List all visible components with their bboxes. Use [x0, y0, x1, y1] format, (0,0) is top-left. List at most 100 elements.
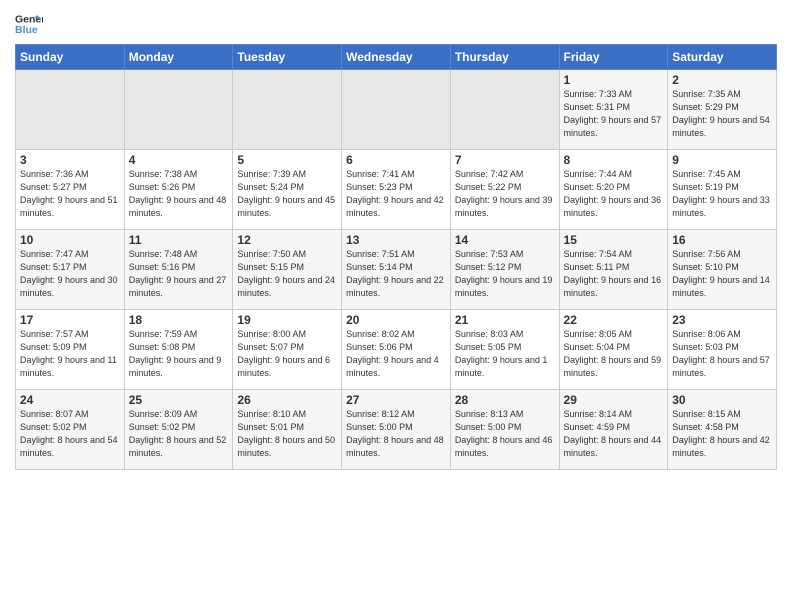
day-number: 20	[346, 313, 446, 327]
weekday-header-row: SundayMondayTuesdayWednesdayThursdayFrid…	[16, 45, 777, 70]
day-cell: 3Sunrise: 7:36 AMSunset: 5:27 PMDaylight…	[16, 150, 125, 230]
weekday-header-sunday: Sunday	[16, 45, 125, 70]
day-cell: 6Sunrise: 7:41 AMSunset: 5:23 PMDaylight…	[342, 150, 451, 230]
day-number: 30	[672, 393, 772, 407]
weekday-header-tuesday: Tuesday	[233, 45, 342, 70]
day-cell	[342, 70, 451, 150]
day-number: 14	[455, 233, 555, 247]
day-number: 7	[455, 153, 555, 167]
day-cell: 23Sunrise: 8:06 AMSunset: 5:03 PMDayligh…	[668, 310, 777, 390]
day-number: 18	[129, 313, 229, 327]
day-info: Sunrise: 7:48 AMSunset: 5:16 PMDaylight:…	[129, 248, 229, 300]
day-info: Sunrise: 7:59 AMSunset: 5:08 PMDaylight:…	[129, 328, 229, 380]
svg-text:Blue: Blue	[15, 24, 38, 36]
day-number: 15	[564, 233, 664, 247]
week-row-4: 17Sunrise: 7:57 AMSunset: 5:09 PMDayligh…	[16, 310, 777, 390]
day-info: Sunrise: 7:33 AMSunset: 5:31 PMDaylight:…	[564, 88, 664, 140]
day-info: Sunrise: 8:10 AMSunset: 5:01 PMDaylight:…	[237, 408, 337, 460]
day-info: Sunrise: 8:15 AMSunset: 4:58 PMDaylight:…	[672, 408, 772, 460]
day-cell	[16, 70, 125, 150]
header: General Blue	[15, 10, 777, 38]
weekday-header-friday: Friday	[559, 45, 668, 70]
day-cell	[450, 70, 559, 150]
day-info: Sunrise: 7:45 AMSunset: 5:19 PMDaylight:…	[672, 168, 772, 220]
day-number: 2	[672, 73, 772, 87]
day-number: 4	[129, 153, 229, 167]
day-info: Sunrise: 8:06 AMSunset: 5:03 PMDaylight:…	[672, 328, 772, 380]
day-info: Sunrise: 7:35 AMSunset: 5:29 PMDaylight:…	[672, 88, 772, 140]
weekday-header-saturday: Saturday	[668, 45, 777, 70]
day-cell: 28Sunrise: 8:13 AMSunset: 5:00 PMDayligh…	[450, 390, 559, 470]
day-info: Sunrise: 7:44 AMSunset: 5:20 PMDaylight:…	[564, 168, 664, 220]
day-cell: 7Sunrise: 7:42 AMSunset: 5:22 PMDaylight…	[450, 150, 559, 230]
day-info: Sunrise: 7:47 AMSunset: 5:17 PMDaylight:…	[20, 248, 120, 300]
day-cell: 9Sunrise: 7:45 AMSunset: 5:19 PMDaylight…	[668, 150, 777, 230]
day-cell: 21Sunrise: 8:03 AMSunset: 5:05 PMDayligh…	[450, 310, 559, 390]
day-number: 17	[20, 313, 120, 327]
day-number: 11	[129, 233, 229, 247]
day-number: 22	[564, 313, 664, 327]
weekday-header-monday: Monday	[124, 45, 233, 70]
day-number: 16	[672, 233, 772, 247]
day-number: 12	[237, 233, 337, 247]
day-cell: 2Sunrise: 7:35 AMSunset: 5:29 PMDaylight…	[668, 70, 777, 150]
day-cell: 19Sunrise: 8:00 AMSunset: 5:07 PMDayligh…	[233, 310, 342, 390]
day-info: Sunrise: 8:09 AMSunset: 5:02 PMDaylight:…	[129, 408, 229, 460]
logo: General Blue	[15, 10, 43, 38]
day-number: 19	[237, 313, 337, 327]
day-cell: 15Sunrise: 7:54 AMSunset: 5:11 PMDayligh…	[559, 230, 668, 310]
day-info: Sunrise: 7:50 AMSunset: 5:15 PMDaylight:…	[237, 248, 337, 300]
day-info: Sunrise: 8:03 AMSunset: 5:05 PMDaylight:…	[455, 328, 555, 380]
day-number: 3	[20, 153, 120, 167]
day-number: 28	[455, 393, 555, 407]
day-cell: 27Sunrise: 8:12 AMSunset: 5:00 PMDayligh…	[342, 390, 451, 470]
day-info: Sunrise: 7:54 AMSunset: 5:11 PMDaylight:…	[564, 248, 664, 300]
weekday-header-thursday: Thursday	[450, 45, 559, 70]
day-number: 10	[20, 233, 120, 247]
day-number: 6	[346, 153, 446, 167]
day-number: 26	[237, 393, 337, 407]
day-info: Sunrise: 7:41 AMSunset: 5:23 PMDaylight:…	[346, 168, 446, 220]
day-info: Sunrise: 7:51 AMSunset: 5:14 PMDaylight:…	[346, 248, 446, 300]
day-cell: 1Sunrise: 7:33 AMSunset: 5:31 PMDaylight…	[559, 70, 668, 150]
day-cell: 30Sunrise: 8:15 AMSunset: 4:58 PMDayligh…	[668, 390, 777, 470]
day-info: Sunrise: 8:02 AMSunset: 5:06 PMDaylight:…	[346, 328, 446, 380]
day-cell	[124, 70, 233, 150]
day-cell: 10Sunrise: 7:47 AMSunset: 5:17 PMDayligh…	[16, 230, 125, 310]
week-row-1: 1Sunrise: 7:33 AMSunset: 5:31 PMDaylight…	[16, 70, 777, 150]
day-info: Sunrise: 7:38 AMSunset: 5:26 PMDaylight:…	[129, 168, 229, 220]
day-cell: 22Sunrise: 8:05 AMSunset: 5:04 PMDayligh…	[559, 310, 668, 390]
calendar: SundayMondayTuesdayWednesdayThursdayFrid…	[15, 44, 777, 470]
day-info: Sunrise: 8:07 AMSunset: 5:02 PMDaylight:…	[20, 408, 120, 460]
day-info: Sunrise: 8:14 AMSunset: 4:59 PMDaylight:…	[564, 408, 664, 460]
day-number: 13	[346, 233, 446, 247]
day-cell: 17Sunrise: 7:57 AMSunset: 5:09 PMDayligh…	[16, 310, 125, 390]
day-cell: 4Sunrise: 7:38 AMSunset: 5:26 PMDaylight…	[124, 150, 233, 230]
day-info: Sunrise: 7:53 AMSunset: 5:12 PMDaylight:…	[455, 248, 555, 300]
week-row-2: 3Sunrise: 7:36 AMSunset: 5:27 PMDaylight…	[16, 150, 777, 230]
week-row-3: 10Sunrise: 7:47 AMSunset: 5:17 PMDayligh…	[16, 230, 777, 310]
day-number: 1	[564, 73, 664, 87]
day-cell: 26Sunrise: 8:10 AMSunset: 5:01 PMDayligh…	[233, 390, 342, 470]
day-number: 27	[346, 393, 446, 407]
day-cell: 8Sunrise: 7:44 AMSunset: 5:20 PMDaylight…	[559, 150, 668, 230]
day-number: 23	[672, 313, 772, 327]
day-cell: 20Sunrise: 8:02 AMSunset: 5:06 PMDayligh…	[342, 310, 451, 390]
day-cell: 5Sunrise: 7:39 AMSunset: 5:24 PMDaylight…	[233, 150, 342, 230]
day-info: Sunrise: 7:39 AMSunset: 5:24 PMDaylight:…	[237, 168, 337, 220]
day-number: 5	[237, 153, 337, 167]
day-info: Sunrise: 8:12 AMSunset: 5:00 PMDaylight:…	[346, 408, 446, 460]
weekday-header-wednesday: Wednesday	[342, 45, 451, 70]
day-cell: 18Sunrise: 7:59 AMSunset: 5:08 PMDayligh…	[124, 310, 233, 390]
day-cell: 25Sunrise: 8:09 AMSunset: 5:02 PMDayligh…	[124, 390, 233, 470]
day-number: 24	[20, 393, 120, 407]
week-row-5: 24Sunrise: 8:07 AMSunset: 5:02 PMDayligh…	[16, 390, 777, 470]
day-info: Sunrise: 7:56 AMSunset: 5:10 PMDaylight:…	[672, 248, 772, 300]
day-info: Sunrise: 8:05 AMSunset: 5:04 PMDaylight:…	[564, 328, 664, 380]
day-number: 9	[672, 153, 772, 167]
day-cell: 12Sunrise: 7:50 AMSunset: 5:15 PMDayligh…	[233, 230, 342, 310]
day-cell: 13Sunrise: 7:51 AMSunset: 5:14 PMDayligh…	[342, 230, 451, 310]
day-number: 8	[564, 153, 664, 167]
day-cell: 24Sunrise: 8:07 AMSunset: 5:02 PMDayligh…	[16, 390, 125, 470]
day-info: Sunrise: 7:42 AMSunset: 5:22 PMDaylight:…	[455, 168, 555, 220]
